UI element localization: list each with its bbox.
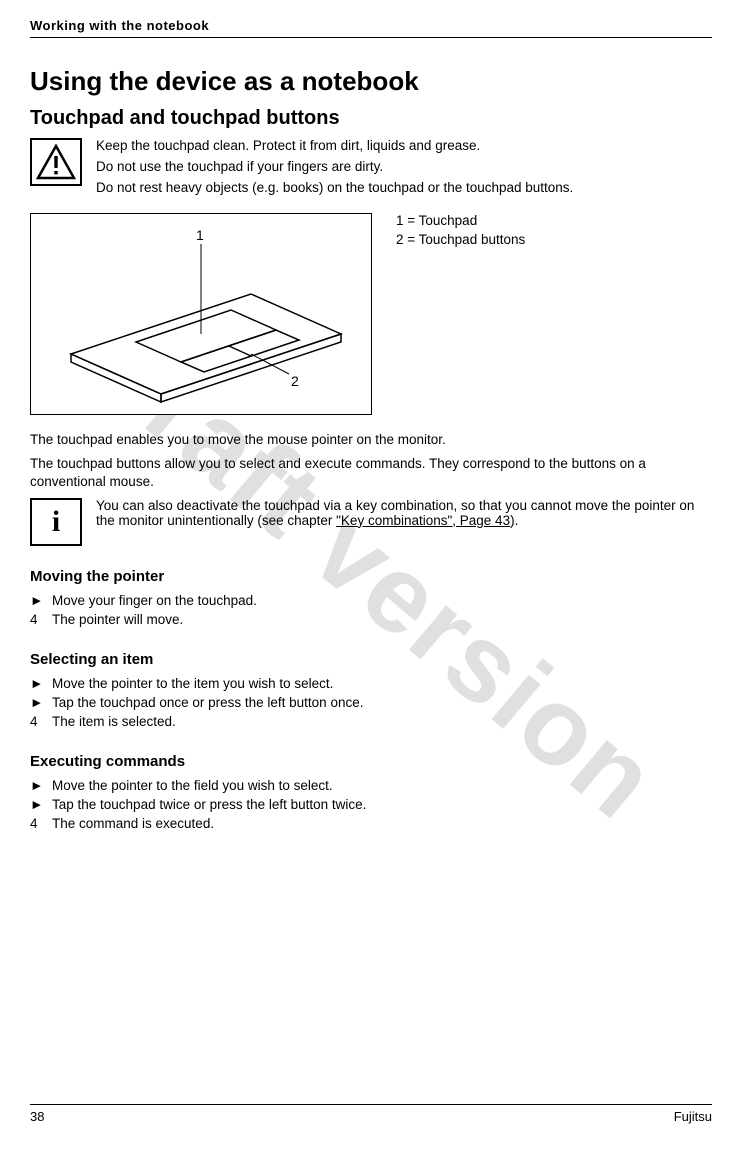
step-item: ►Move the pointer to the item you wish t… (30, 674, 712, 693)
result-item: 4The pointer will move. (30, 610, 712, 629)
action-bullet-icon: ► (30, 695, 43, 710)
body-paragraph: The touchpad buttons allow you to select… (30, 455, 712, 491)
header-rule (30, 37, 712, 38)
action-bullet-icon: ► (30, 778, 43, 793)
legend-item: 2 = Touchpad buttons (396, 232, 525, 247)
warning-line: Do not rest heavy objects (e.g. books) o… (96, 180, 573, 195)
step-item: ►Tap the touchpad twice or press the lef… (30, 795, 712, 814)
legend-item: 1 = Touchpad (396, 213, 525, 228)
diagram-legend: 1 = Touchpad 2 = Touchpad buttons (396, 213, 525, 251)
warning-line: Do not use the touchpad if your fingers … (96, 159, 573, 174)
running-header: Working with the notebook (30, 18, 712, 33)
footer-brand: Fujitsu (674, 1109, 712, 1124)
step-item: ►Move the pointer to the field you wish … (30, 776, 712, 795)
diagram-label-1: 1 (196, 227, 204, 243)
page-number: 38 (30, 1109, 44, 1124)
result-bullet-icon: 4 (30, 816, 38, 831)
info-text: You can also deactivate the touchpad via… (96, 498, 712, 528)
step-item: ►Move your finger on the touchpad. (30, 591, 712, 610)
touchpad-diagram: 1 2 (30, 213, 372, 415)
result-bullet-icon: 4 (30, 612, 38, 627)
warning-line: Keep the touchpad clean. Protect it from… (96, 138, 573, 153)
step-item: ►Tap the touchpad once or press the left… (30, 693, 712, 712)
result-bullet-icon: 4 (30, 714, 38, 729)
body-paragraph: The touchpad enables you to move the mou… (30, 431, 712, 449)
key-combinations-link[interactable]: "Key combinations", Page 43 (336, 513, 510, 528)
page-footer: 38 Fujitsu (30, 1104, 712, 1124)
page-title: Using the device as a notebook (30, 66, 712, 97)
action-bullet-icon: ► (30, 676, 43, 691)
info-callout: i You can also deactivate the touchpad v… (30, 498, 712, 546)
result-item: 4The item is selected. (30, 712, 712, 731)
info-icon: i (30, 498, 82, 546)
diagram-label-2: 2 (291, 373, 299, 389)
action-bullet-icon: ► (30, 797, 43, 812)
section-title: Touchpad and touchpad buttons (30, 107, 712, 130)
subsection-title: Moving the pointer (30, 568, 712, 585)
subsection-title: Executing commands (30, 753, 712, 770)
result-item: 4The command is executed. (30, 814, 712, 833)
action-bullet-icon: ► (30, 593, 43, 608)
subsection-title: Selecting an item (30, 651, 712, 668)
warning-icon (30, 138, 82, 186)
warning-callout: Keep the touchpad clean. Protect it from… (30, 138, 712, 201)
footer-rule (30, 1104, 712, 1105)
